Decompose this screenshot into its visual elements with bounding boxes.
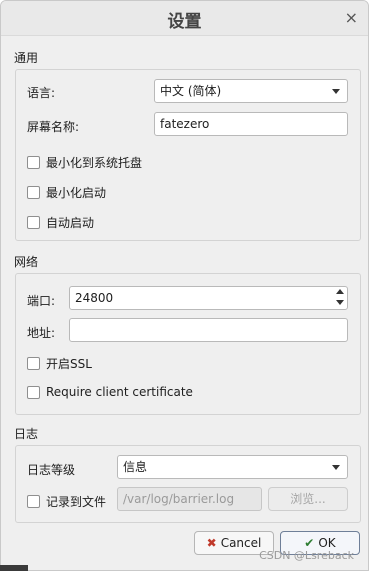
group-log: 日志等级 信息 记录到文件 /var/log/barrier.log 浏览... xyxy=(15,445,361,523)
address-label: 地址: xyxy=(27,326,56,340)
minimize-tray-label: 最小化到系统托盘 xyxy=(46,156,143,170)
checkbox-box xyxy=(27,357,40,370)
background-fragment xyxy=(0,565,28,571)
cancel-icon: ✖ xyxy=(206,536,217,550)
group-network: 端口: 24800 地址: 开启SSL Require client certi… xyxy=(15,273,361,415)
log-level-value: 信息 xyxy=(123,460,148,474)
cancel-label: Cancel xyxy=(220,536,262,550)
section-log-title: 日志 xyxy=(14,427,39,441)
chevron-down-icon xyxy=(332,465,340,470)
spin-up-icon[interactable] xyxy=(336,289,344,294)
port-value: 24800 xyxy=(75,291,114,305)
checkbox-box xyxy=(27,385,40,399)
port-label: 端口: xyxy=(27,294,56,308)
enable-ssl-checkbox[interactable]: 开启SSL xyxy=(27,355,92,372)
enable-ssl-label: 开启SSL xyxy=(46,357,92,371)
autostart-label: 自动启动 xyxy=(46,216,95,230)
checkbox-box xyxy=(27,186,40,199)
require-cert-checkbox[interactable]: Require client certificate xyxy=(27,385,193,399)
language-value: 中文 (简体) xyxy=(160,84,222,98)
dialog-title: 设置 xyxy=(167,12,202,32)
checkbox-box xyxy=(27,156,40,169)
address-input[interactable] xyxy=(69,318,348,342)
watermark: CSDN @Lsreback xyxy=(259,549,354,562)
language-dropdown[interactable]: 中文 (简体) xyxy=(154,79,348,103)
require-cert-label: Require client certificate xyxy=(46,385,193,399)
group-general: 语言: 中文 (简体) 屏幕名称: fatezero 最小化到系统托盘 最小化启… xyxy=(15,69,361,241)
log-path-input[interactable]: /var/log/barrier.log xyxy=(117,487,262,511)
spin-down-icon[interactable] xyxy=(336,300,344,305)
chevron-down-icon xyxy=(332,89,340,94)
section-general-title: 通用 xyxy=(14,51,39,65)
section-network-title: 网络 xyxy=(14,255,39,269)
autostart-checkbox[interactable]: 自动启动 xyxy=(27,214,94,231)
screen-name-input[interactable]: fatezero xyxy=(154,112,348,136)
log-level-label: 日志等级 xyxy=(27,463,76,477)
log-to-file-label: 记录到文件 xyxy=(46,495,107,509)
port-spinbox[interactable]: 24800 xyxy=(69,286,348,310)
log-to-file-checkbox[interactable]: 记录到文件 xyxy=(27,493,106,510)
screen-name-label: 屏幕名称: xyxy=(27,120,80,134)
minimize-tray-checkbox[interactable]: 最小化到系统托盘 xyxy=(27,154,142,171)
log-level-dropdown[interactable]: 信息 xyxy=(117,455,348,479)
title-bar: 设置 × xyxy=(1,1,368,36)
start-minimized-label: 最小化启动 xyxy=(46,186,107,200)
ok-label: OK xyxy=(318,536,336,550)
start-minimized-checkbox[interactable]: 最小化启动 xyxy=(27,184,106,201)
spin-buttons[interactable] xyxy=(334,288,346,308)
browse-button[interactable]: 浏览... xyxy=(268,487,348,511)
checkbox-box xyxy=(27,495,40,508)
settings-dialog: 设置 × 通用 语言: 中文 (简体) 屏幕名称: fatezero 最小化到系… xyxy=(0,0,369,571)
close-icon[interactable]: × xyxy=(345,8,358,27)
checkbox-box xyxy=(27,216,40,229)
language-label: 语言: xyxy=(27,86,56,100)
